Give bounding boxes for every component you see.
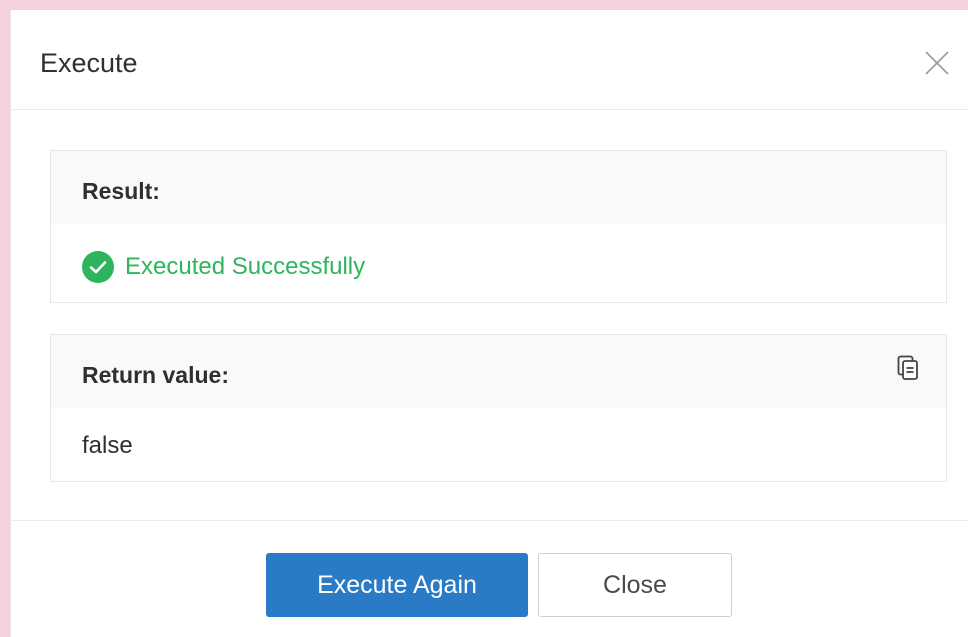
return-value-header: Return value: <box>51 335 946 408</box>
modal-header: Execute <box>11 10 968 110</box>
result-card-body: Executed Successfully <box>51 224 946 302</box>
return-value-label: Return value: <box>82 362 229 388</box>
close-button[interactable]: Close <box>538 553 732 617</box>
result-card: Result: Executed Successfully <box>50 150 947 303</box>
status-text: Executed Successfully <box>125 253 366 280</box>
status-message: Executed Successfully <box>82 251 365 283</box>
close-icon[interactable] <box>924 50 950 76</box>
return-value-card: Return value: false <box>50 334 947 482</box>
result-label: Result: <box>82 178 160 204</box>
return-value-body: false <box>51 408 946 481</box>
check-circle-icon <box>82 251 114 283</box>
execute-modal: Execute Result: Executed Successfully Re… <box>10 10 968 637</box>
execute-again-button[interactable]: Execute Again <box>266 553 528 617</box>
modal-title: Execute <box>40 48 138 78</box>
copy-icon[interactable] <box>897 355 919 386</box>
modal-footer: Execute Again Close <box>11 520 968 637</box>
return-value-text: false <box>82 432 133 459</box>
result-card-header: Result: <box>51 151 946 224</box>
